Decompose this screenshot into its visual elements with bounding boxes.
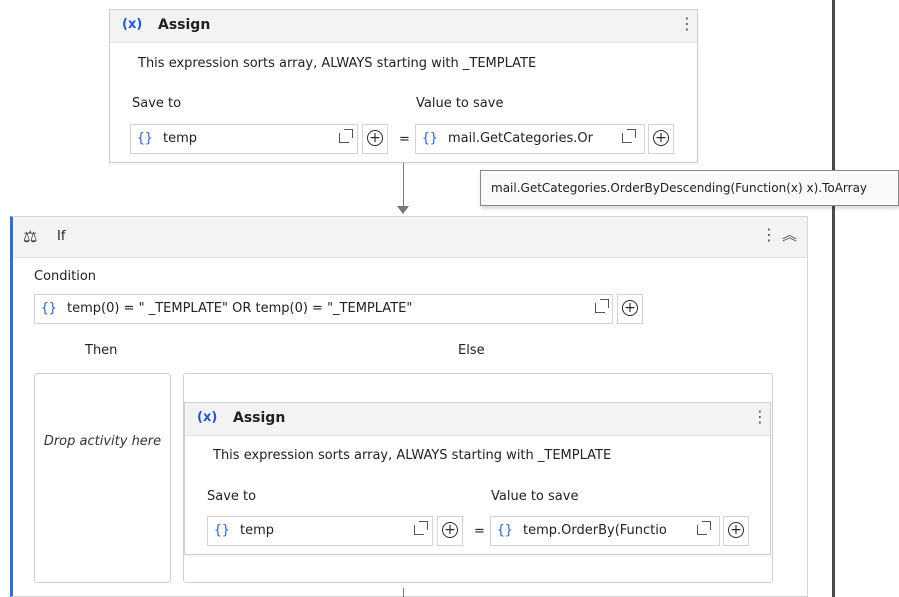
expand-editor-icon[interactable] bbox=[595, 299, 609, 313]
kebab-menu-icon[interactable]: ⋮ bbox=[761, 226, 777, 244]
assign-activity-top[interactable]: (x) Assign ⋮ This expression sorts array… bbox=[109, 9, 698, 163]
assign-activity-else[interactable]: (x) Assign ⋮ This expression sorts array… bbox=[184, 402, 771, 555]
plus-circle-icon: + bbox=[442, 522, 458, 538]
equals-sign: = bbox=[399, 132, 410, 147]
kebab-menu-icon[interactable]: ⋮ bbox=[752, 408, 768, 426]
expression-braces-icon: {} bbox=[41, 301, 57, 316]
assign-header[interactable]: (x) Assign ⋮ bbox=[110, 10, 697, 43]
expression-braces-icon: {} bbox=[422, 131, 438, 146]
add-variable-button[interactable]: + bbox=[648, 124, 674, 154]
save-to-label: Save to bbox=[132, 96, 182, 111]
expression-braces-icon: {} bbox=[214, 523, 230, 538]
assign-title: Assign bbox=[233, 410, 286, 426]
expand-editor-icon[interactable] bbox=[414, 521, 428, 535]
kebab-menu-icon[interactable]: ⋮ bbox=[679, 15, 695, 33]
sequence-connector bbox=[403, 588, 404, 597]
collapse-chevron-icon[interactable]: ︽ bbox=[782, 226, 797, 244]
save-to-value: temp bbox=[163, 131, 198, 146]
assign-description: This expression sorts array, ALWAYS star… bbox=[138, 56, 537, 71]
save-to-field[interactable]: {} temp bbox=[130, 124, 358, 154]
if-scales-icon: ⚖ bbox=[23, 227, 38, 246]
value-to-save-field[interactable]: {} mail.GetCategories.Or bbox=[415, 124, 645, 154]
if-title: If bbox=[57, 229, 66, 244]
assign-description: This expression sorts array, ALWAYS star… bbox=[213, 448, 612, 463]
condition-label: Condition bbox=[34, 269, 97, 284]
add-variable-button[interactable]: + bbox=[362, 124, 388, 154]
save-to-field[interactable]: {} temp bbox=[207, 516, 433, 546]
variable-x-icon: (x) bbox=[122, 17, 143, 32]
assign-header[interactable]: (x) Assign ⋮ bbox=[185, 403, 770, 436]
if-header[interactable]: ⚖ If ⋮ ︽ bbox=[13, 217, 807, 258]
variable-x-icon: (x) bbox=[197, 410, 218, 425]
value-to-save-value: mail.GetCategories.Or bbox=[448, 131, 593, 146]
save-to-value: temp bbox=[240, 523, 275, 538]
add-variable-button[interactable]: + bbox=[437, 516, 463, 546]
expand-editor-icon[interactable] bbox=[622, 129, 636, 143]
plus-circle-icon: + bbox=[728, 522, 744, 538]
add-variable-button[interactable]: + bbox=[617, 294, 643, 324]
panel-divider[interactable] bbox=[832, 0, 835, 597]
then-label: Then bbox=[85, 343, 118, 358]
condition-field[interactable]: {} temp(0) = " _TEMPLATE" OR temp(0) = "… bbox=[34, 294, 613, 324]
expand-editor-icon[interactable] bbox=[339, 129, 353, 143]
equals-sign: = bbox=[474, 524, 485, 539]
plus-circle-icon: + bbox=[367, 130, 383, 146]
connector-arrow-icon bbox=[397, 206, 409, 214]
else-label: Else bbox=[458, 343, 485, 358]
drop-activity-placeholder: Drop activity here bbox=[43, 434, 162, 449]
tooltip-text: mail.GetCategories.OrderByDescending(Fun… bbox=[491, 181, 868, 195]
add-variable-button[interactable]: + bbox=[723, 516, 749, 546]
expression-braces-icon: {} bbox=[137, 131, 153, 146]
plus-circle-icon: + bbox=[653, 130, 669, 146]
workflow-designer-canvas: (x) Assign ⋮ This expression sorts array… bbox=[0, 0, 899, 597]
expand-editor-icon[interactable] bbox=[697, 521, 711, 535]
assign-title: Assign bbox=[158, 17, 211, 33]
value-to-save-label: Value to save bbox=[491, 489, 579, 504]
expression-braces-icon: {} bbox=[497, 523, 513, 538]
plus-circle-icon: + bbox=[622, 300, 638, 316]
condition-value: temp(0) = " _TEMPLATE" OR temp(0) = "_TE… bbox=[67, 301, 413, 316]
value-to-save-field[interactable]: {} temp.OrderBy(Functio bbox=[490, 516, 720, 546]
sequence-connector bbox=[403, 163, 404, 207]
save-to-label: Save to bbox=[207, 489, 257, 504]
value-to-save-label: Value to save bbox=[416, 96, 504, 111]
expression-tooltip: mail.GetCategories.OrderByDescending(Fun… bbox=[480, 170, 899, 206]
value-to-save-value: temp.OrderBy(Functio bbox=[523, 523, 667, 538]
then-drop-zone[interactable]: Drop activity here bbox=[34, 373, 171, 583]
